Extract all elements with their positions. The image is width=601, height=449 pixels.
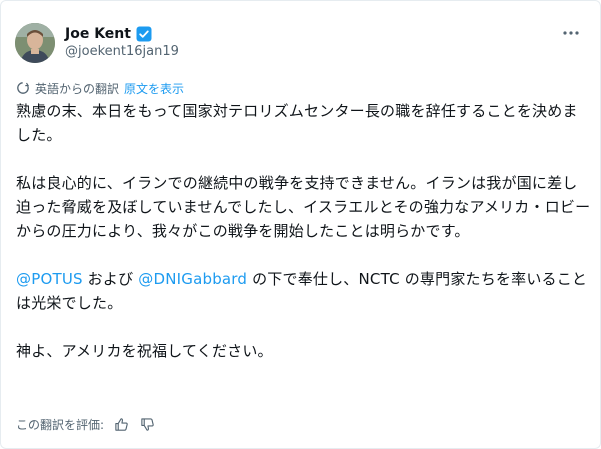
tweet-paragraph-2: 私は良心的に、イランでの継続中の戦争を支持できません。イランは我が国に差し迫った… bbox=[16, 174, 591, 240]
thumbs-down-icon[interactable] bbox=[138, 415, 156, 433]
mention-dnigabbard-link[interactable]: @DNIGabbard bbox=[138, 270, 247, 288]
author-name-row: Joe Kent bbox=[65, 24, 152, 44]
avatar-photo bbox=[15, 23, 55, 63]
tweet-card: Joe Kent @joekent16jan19 英語からの翻訳 原文を表示 熟… bbox=[0, 0, 601, 449]
translation-notice: 英語からの翻訳 原文を表示 bbox=[16, 80, 184, 96]
tweet-paragraph-3: @POTUS および @DNIGabbard の下で奉仕し、NCTC の専門家た… bbox=[16, 267, 591, 315]
avatar[interactable] bbox=[15, 23, 55, 63]
show-original-link[interactable]: 原文を表示 bbox=[124, 80, 184, 97]
tweet-paragraph-4: 神よ、アメリカを祝福してください。 bbox=[16, 342, 273, 360]
more-options-icon[interactable] bbox=[559, 21, 583, 45]
translation-note: 英語からの翻訳 bbox=[35, 81, 120, 96]
mention-potus-link[interactable]: @POTUS bbox=[16, 270, 83, 288]
translate-icon bbox=[17, 82, 30, 94]
verified-badge-icon bbox=[136, 26, 152, 42]
rate-translation-label: この翻訳を評価: bbox=[16, 417, 105, 432]
author-handle[interactable]: @joekent16jan19 bbox=[65, 44, 179, 59]
rate-translation-row: この翻訳を評価: bbox=[16, 415, 156, 433]
tweet-paragraph-3-mid: および bbox=[82, 270, 139, 288]
author-name[interactable]: Joe Kent bbox=[65, 26, 131, 42]
tweet-paragraph-1: 熟慮の末、本日をもって国家対テロリズムセンター長の職を辞任することを決めました。 bbox=[16, 102, 578, 144]
thumbs-up-icon[interactable] bbox=[112, 415, 130, 433]
tweet-body: 熟慮の末、本日をもって国家対テロリズムセンター長の職を辞任することを決めました。… bbox=[16, 99, 591, 387]
